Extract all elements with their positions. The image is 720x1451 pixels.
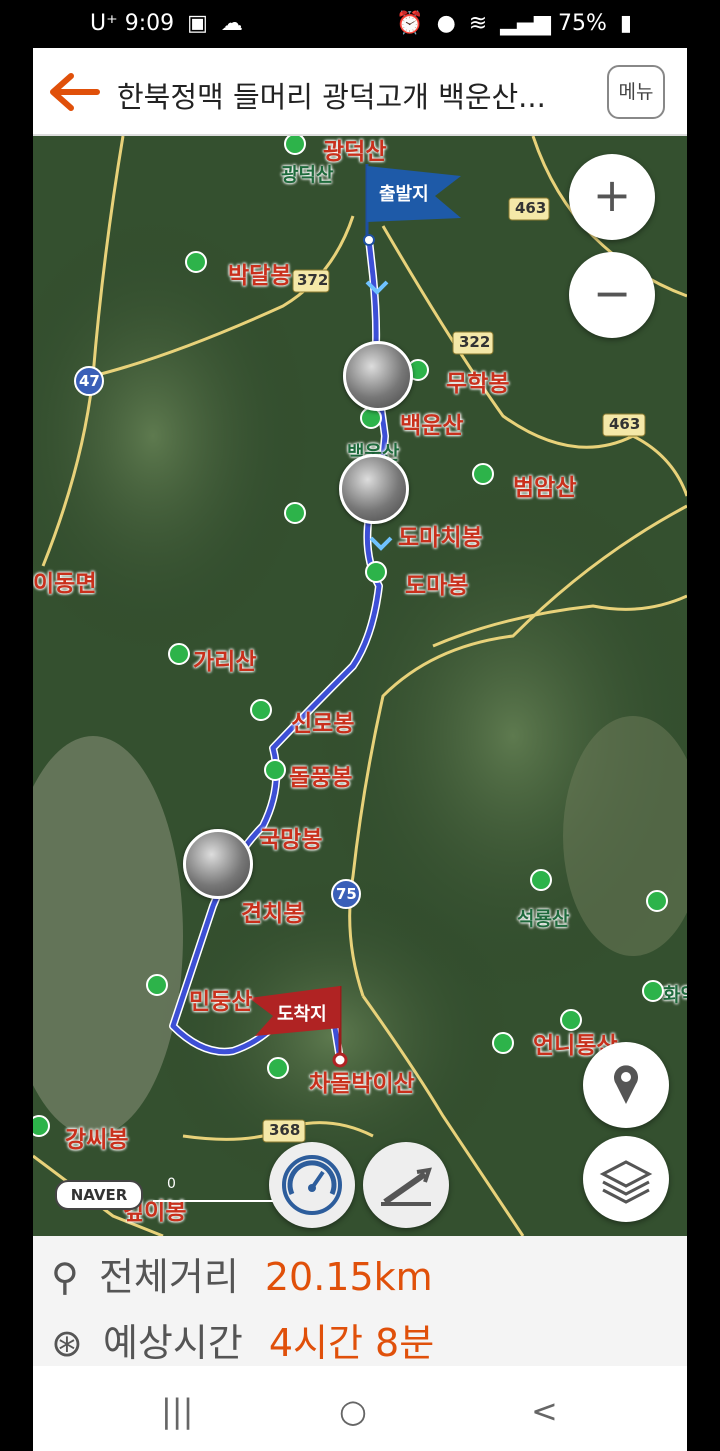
page-title: 한북정맥 들머리 광덕고개 백운산... bbox=[117, 80, 546, 114]
gallery-icon: ▣ bbox=[187, 11, 208, 36]
battery-percent: 75% bbox=[557, 11, 607, 36]
distance-label: 전체거리 bbox=[98, 1255, 239, 1299]
nav-back-button[interactable]: < bbox=[531, 1392, 558, 1430]
distance-row: ⚲ 전체거리 20.15km bbox=[51, 1246, 433, 1301]
location-pin-icon bbox=[614, 1065, 638, 1104]
peak-label: 광덕산 bbox=[281, 164, 334, 186]
app-window: 한북정맥 들머리 광덕고개 백운산... 메뉴 463 372 322 463 … bbox=[33, 48, 687, 1451]
back-arrow-button[interactable] bbox=[47, 72, 101, 112]
alarm-icon: ⏰ bbox=[396, 11, 424, 36]
peak-label: 도마치봉 bbox=[398, 525, 483, 551]
peak-label: 무학봉 bbox=[446, 371, 510, 397]
layers-icon bbox=[599, 1160, 653, 1204]
road-number: 368 bbox=[269, 1121, 301, 1139]
peak-label: 가리산 bbox=[193, 649, 257, 675]
minus-icon: − bbox=[592, 266, 632, 320]
menu-button[interactable]: 메뉴 bbox=[607, 65, 665, 119]
peak-label: 박달봉 bbox=[228, 263, 292, 289]
my-location-button[interactable] bbox=[583, 1042, 669, 1128]
zoom-out-button[interactable]: − bbox=[569, 252, 655, 338]
distance-value: 20.15km bbox=[264, 1255, 433, 1299]
road-number: 463 bbox=[515, 199, 547, 217]
start-flag-label: 출발지 bbox=[379, 184, 429, 205]
peak-label: 국망봉 bbox=[259, 827, 323, 853]
photo-marker[interactable] bbox=[183, 829, 253, 899]
region-label: 이동면 bbox=[33, 571, 97, 597]
plus-icon: + bbox=[592, 168, 632, 222]
peak-label: 신로봉 bbox=[291, 711, 355, 737]
layers-button[interactable] bbox=[583, 1136, 669, 1222]
photo-marker[interactable] bbox=[343, 341, 413, 411]
elevation-icon bbox=[381, 1167, 432, 1206]
system-navbar: ||| ○ < bbox=[33, 1366, 687, 1451]
road-number: 372 bbox=[297, 271, 329, 289]
status-bar: U⁺ 9:09 ▣ ☁ ⏰ ● ≋ ▂▄▆ 75% ▮ bbox=[0, 0, 720, 48]
peak-label: 백운산 bbox=[400, 413, 464, 439]
cloud-icon: ☁ bbox=[220, 11, 243, 36]
road-number: 47 bbox=[79, 372, 100, 390]
recent-apps-button[interactable]: ||| bbox=[161, 1392, 193, 1430]
clock: 9:09 bbox=[124, 11, 175, 36]
carrier-label: U⁺ bbox=[90, 11, 118, 36]
elevation-profile-button[interactable] bbox=[363, 1142, 449, 1228]
scale-bar bbox=[153, 1200, 273, 1202]
location-icon: ● bbox=[436, 11, 456, 36]
scale-label: 0 bbox=[167, 1176, 176, 1192]
route-distance-icon: ⚲ bbox=[51, 1255, 79, 1299]
time-value: 4시간 8분 bbox=[268, 1321, 435, 1365]
map-view[interactable]: 463 372 322 463 47 75 368 출발지 도착지 광덕산 광덕… bbox=[33, 136, 687, 1236]
peak-label: 강씨봉 bbox=[65, 1127, 129, 1153]
road-number: 75 bbox=[336, 885, 357, 903]
wifi-icon: ≋ bbox=[468, 11, 488, 36]
signal-icon: ▂▄▆ bbox=[500, 11, 551, 36]
speedometer-button[interactable] bbox=[269, 1142, 355, 1228]
route-summary: ⚲ 전체거리 20.15km ⊛ 예상시간 4시간 8분 bbox=[33, 1236, 687, 1366]
naver-logo: NAVER bbox=[55, 1180, 143, 1210]
road-number: 322 bbox=[459, 333, 491, 351]
peak-label: 견치봉 bbox=[241, 901, 305, 927]
peak-label: 돌풍봉 bbox=[289, 765, 353, 791]
back-arrow-icon bbox=[50, 73, 100, 111]
peak-label: 도마봉 bbox=[405, 573, 469, 599]
speedometer-icon bbox=[282, 1155, 342, 1215]
header-bar: 한북정맥 들머리 광덕고개 백운산... 메뉴 bbox=[33, 48, 687, 136]
road-number: 463 bbox=[609, 415, 641, 433]
time-icon: ⊛ bbox=[51, 1321, 83, 1365]
peak-label: 화악 bbox=[663, 984, 687, 1006]
time-row: ⊛ 예상시간 4시간 8분 bbox=[51, 1312, 434, 1367]
home-button[interactable]: ○ bbox=[339, 1392, 367, 1430]
battery-icon: ▮ bbox=[619, 11, 632, 36]
photo-marker[interactable] bbox=[339, 454, 409, 524]
peak-label: 석룡산 bbox=[517, 908, 570, 930]
time-label: 예상시간 bbox=[102, 1321, 243, 1365]
peak-label: 민둥산 bbox=[189, 989, 253, 1015]
end-flag-label: 도착지 bbox=[277, 1004, 327, 1025]
zoom-in-button[interactable]: + bbox=[569, 154, 655, 240]
peak-label: 범암산 bbox=[513, 475, 577, 501]
peak-label: 차돌박이산 bbox=[309, 1071, 415, 1097]
